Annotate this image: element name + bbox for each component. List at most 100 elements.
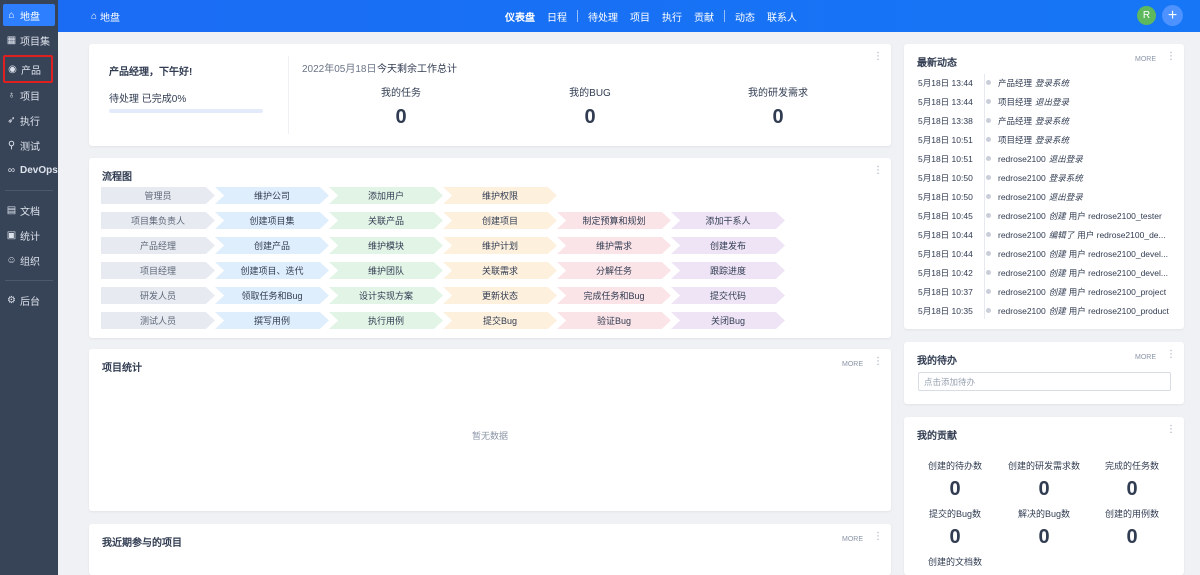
date-note: 今天剩余工作总计 [377, 64, 457, 75]
dynamic-item[interactable]: 5月18日 10:50 redrose2100 登录系统 [918, 168, 1174, 187]
nav-dynamic[interactable]: 动态 [729, 0, 761, 32]
dynamic-item[interactable]: 5月18日 13:44 项目经理 退出登录 [918, 92, 1174, 111]
create-plus-button[interactable]: + [1162, 5, 1183, 26]
dynamic-item[interactable]: 5月18日 10:44 redrose2100 编辑了 用户 redrose2100_… [918, 225, 1174, 244]
dynamic-action: 退出登录 [1035, 96, 1070, 107]
dynamic-item[interactable]: 5月18日 10:35 redrose2100 创建 用户 redrose2100_p… [918, 301, 1174, 320]
flow-step[interactable]: 更新状态 [443, 287, 557, 304]
more-options-icon[interactable]: ⋮ [1166, 51, 1176, 62]
dynamic-item[interactable]: 5月18日 10:42 redrose2100 创建 用户 redrose2100_d… [918, 263, 1174, 282]
timeline-dot-icon [986, 289, 991, 294]
dynamic-item[interactable]: 5月18日 10:50 redrose2100 退出登录 [918, 187, 1174, 206]
flow-step[interactable]: 关联产品 [329, 212, 443, 229]
sidebar-item-devops[interactable]: ∞ DevOps [0, 158, 58, 183]
sidebar-item-label: 执行 [20, 117, 40, 128]
nav-execution[interactable]: 执行 [656, 0, 688, 32]
flow-step[interactable]: 提交Bug [443, 312, 557, 329]
flow-step[interactable]: 撰写用例 [215, 312, 329, 329]
flow-step[interactable]: 分解任务 [557, 262, 671, 279]
more-options-icon[interactable]: ⋮ [873, 356, 883, 367]
sidebar-item-company[interactable]: ☺ 组织 [0, 248, 58, 273]
nav-calendar[interactable]: 日程 [541, 0, 573, 32]
flow-step[interactable]: 添加用户 [329, 187, 443, 204]
flow-step[interactable]: 维护权限 [443, 187, 557, 204]
more-options-icon[interactable]: ⋮ [873, 51, 883, 62]
more-link[interactable]: MORE [842, 361, 863, 368]
nav-contribute[interactable]: 贡献 [688, 0, 720, 32]
stat-my-stories[interactable]: 我的研发需求 0 [718, 84, 838, 129]
flow-step[interactable]: 执行用例 [329, 312, 443, 329]
contrib-cases[interactable]: 创建的用例数 0 [1082, 507, 1182, 549]
dynamic-actor: 项目经理 [998, 134, 1033, 145]
flow-step[interactable]: 创建项目 [443, 212, 557, 229]
flow-step[interactable]: 创建项目集 [215, 212, 329, 229]
nav-todo[interactable]: 待处理 [582, 0, 624, 32]
dynamic-item[interactable]: 5月18日 10:51 redrose2100 退出登录 [918, 149, 1174, 168]
dynamic-actor: 项目经理 [998, 96, 1033, 107]
contrib-todos[interactable]: 创建的待办数 0 [905, 459, 1005, 501]
dynamic-action: 登录系统 [1048, 172, 1083, 183]
sidebar-item-admin[interactable]: ⚙ 后台 [0, 288, 58, 313]
dynamic-action: 创建 [1048, 267, 1066, 278]
sidebar-item-product[interactable]: ◉ 产品 [3, 55, 53, 83]
stat-my-bugs[interactable]: 我的BUG 0 [530, 84, 650, 129]
more-link[interactable]: MORE [1135, 354, 1156, 361]
flow-step[interactable]: 跟踪进度 [671, 262, 785, 279]
sidebar-item-doc[interactable]: ▤ 文档 [0, 198, 58, 223]
flow-step[interactable]: 制定预算和规划 [557, 212, 671, 229]
dynamic-item[interactable]: 5月18日 13:38 产品经理 登录系统 [918, 111, 1174, 130]
flow-step[interactable]: 提交代码 [671, 287, 785, 304]
more-options-icon[interactable]: ⋮ [1166, 349, 1176, 360]
more-link[interactable]: MORE [1135, 56, 1156, 63]
flow-step[interactable]: 维护计划 [443, 237, 557, 254]
contrib-tasks[interactable]: 完成的任务数 0 [1082, 459, 1182, 501]
flow-step[interactable]: 创建发布 [671, 237, 785, 254]
contrib-bugs-resolved[interactable]: 解决的Bug数 0 [994, 507, 1094, 549]
flow-step[interactable]: 关闭Bug [671, 312, 785, 329]
dynamic-item[interactable]: 5月18日 10:44 redrose2100 创建 用户 redrose2100_d… [918, 244, 1174, 263]
more-link[interactable]: MORE [842, 536, 863, 543]
dynamic-item[interactable]: 5月18日 10:51 项目经理 登录系统 [918, 130, 1174, 149]
contrib-label: 完成的任务数 [1104, 461, 1159, 471]
flow-step[interactable]: 验证Bug [557, 312, 671, 329]
sidebar-item-test[interactable]: ⚲ 测试 [0, 133, 58, 158]
flow-role: 研发人员 [101, 287, 215, 304]
flow-step[interactable]: 维护公司 [215, 187, 329, 204]
nav-contacts[interactable]: 联系人 [761, 0, 803, 32]
stat-my-tasks[interactable]: 我的任务 0 [341, 84, 461, 129]
flow-step[interactable]: 设计实现方案 [329, 287, 443, 304]
flow-step[interactable]: 完成任务和Bug [557, 287, 671, 304]
flow-step[interactable]: 维护模块 [329, 237, 443, 254]
flow-step[interactable]: 创建产品 [215, 237, 329, 254]
flow-step[interactable]: 创建项目、迭代 [215, 262, 329, 279]
more-options-icon[interactable]: ⋮ [1166, 424, 1176, 435]
contrib-docs[interactable]: 创建的文档数 [905, 555, 1005, 568]
add-todo-input[interactable]: 点击添加待办 [918, 372, 1171, 391]
dynamic-item[interactable]: 5月18日 13:44 产品经理 登录系统 [918, 73, 1174, 92]
dynamic-time: 5月18日 13:44 [918, 96, 973, 107]
more-options-icon[interactable]: ⋮ [873, 531, 883, 542]
flow-step[interactable]: 领取任务和Bug [215, 287, 329, 304]
nav-dashboard[interactable]: 仪表盘 [499, 0, 541, 32]
breadcrumb[interactable]: ⌂ 地盘 [91, 9, 120, 24]
sidebar-divider [5, 190, 53, 191]
flow-step[interactable]: 维护团队 [329, 262, 443, 279]
contrib-bugs-submitted[interactable]: 提交的Bug数 0 [905, 507, 1005, 549]
more-options-icon[interactable]: ⋮ [873, 165, 883, 176]
sidebar-item-program[interactable]: ▦ 项目集 [0, 28, 58, 53]
sidebar-item-execution[interactable]: ➶ 执行 [0, 108, 58, 133]
flow-step[interactable]: 维护需求 [557, 237, 671, 254]
sidebar-item-project[interactable]: ♁ 项目 [0, 83, 58, 108]
infinity-icon: ∞ [7, 165, 16, 176]
nav-project[interactable]: 项目 [624, 0, 656, 32]
sidebar-item-dashboard[interactable]: ⌂ 地盘 [3, 4, 55, 26]
dynamic-item[interactable]: 5月18日 10:37 redrose2100 创建 用户 redrose2100_p… [918, 282, 1174, 301]
flow-step[interactable]: 关联需求 [443, 262, 557, 279]
flow-step[interactable]: 添加干系人 [671, 212, 785, 229]
sidebar-item-report[interactable]: ▣ 统计 [0, 223, 58, 248]
dynamic-item[interactable]: 5月18日 10:45 redrose2100 创建 用户 redrose2100_t… [918, 206, 1174, 225]
contrib-stories[interactable]: 创建的研发需求数 0 [994, 459, 1094, 501]
dynamics-list: 5月18日 13:44 产品经理 登录系统 5月18日 13:44 项目经理 退出登录 5月… [918, 73, 1174, 323]
avatar[interactable]: R [1137, 6, 1156, 25]
dynamic-action: 退出登录 [1048, 191, 1083, 202]
